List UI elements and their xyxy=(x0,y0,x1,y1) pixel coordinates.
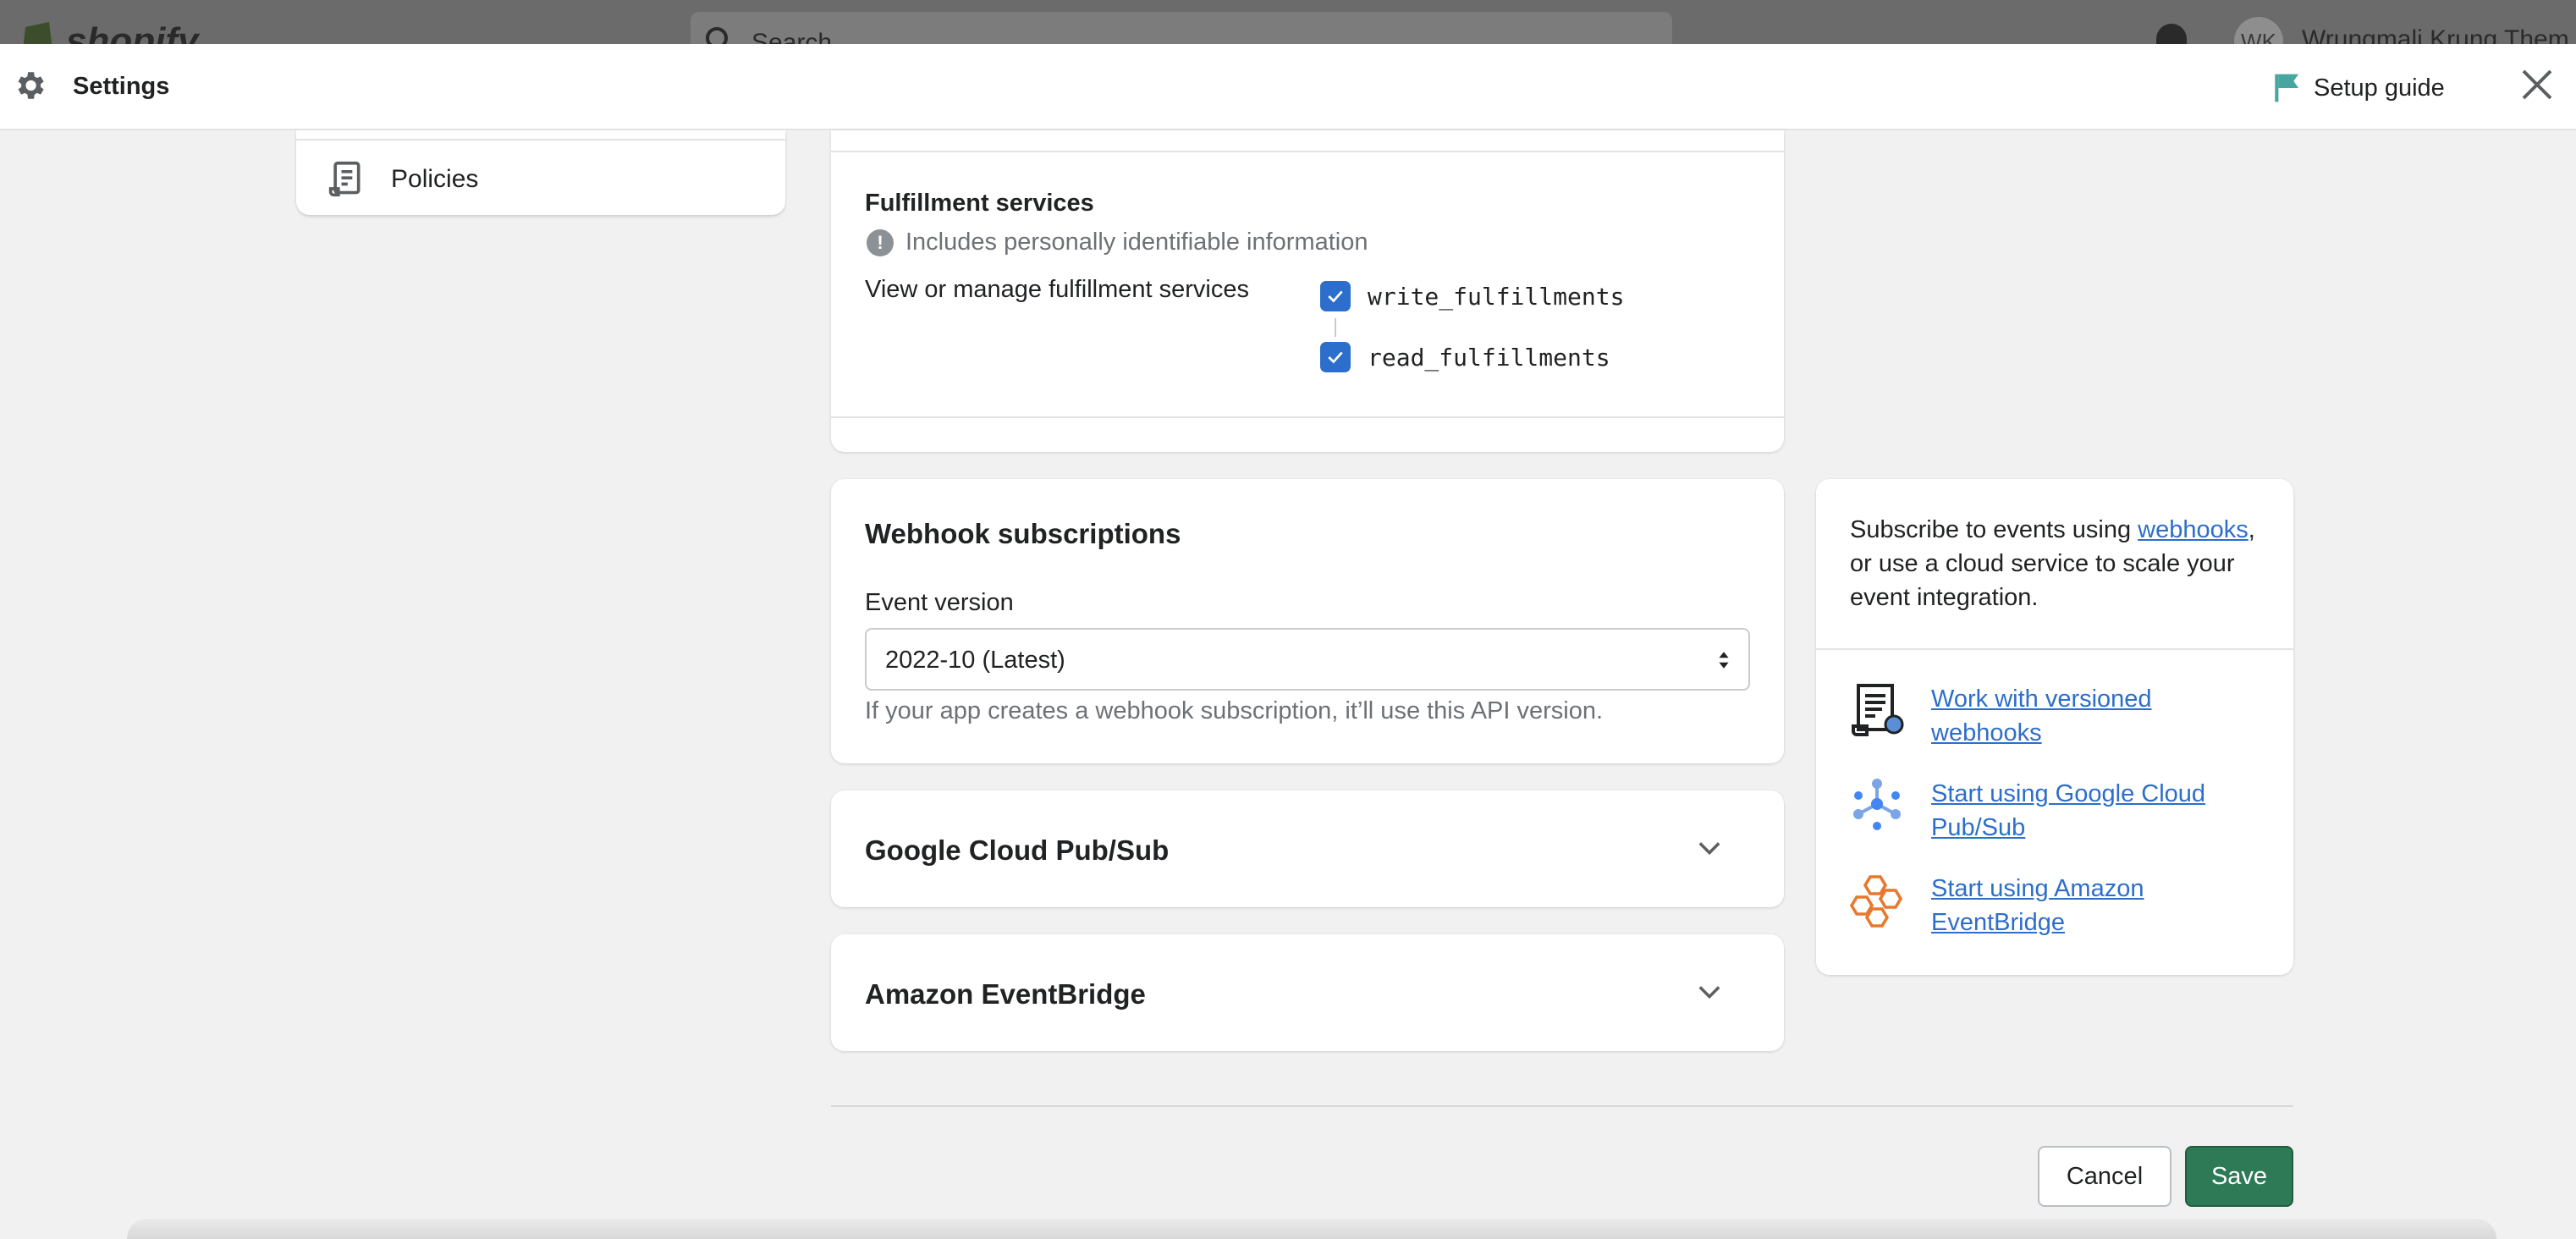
user-name[interactable]: Wrungmali Krung Them xyxy=(2302,25,2569,44)
event-version-help: If your app creates a webhook subscripti… xyxy=(865,697,1604,724)
amazon-eventbridge-title: Amazon EventBridge xyxy=(865,978,1146,1010)
settings-sidebar: Policies xyxy=(296,130,785,215)
event-version-label: Event version xyxy=(865,589,1014,616)
fulfillment-services-section: Fulfillment services ! Includes personal… xyxy=(831,130,1784,452)
google-cloud-pubsub-link[interactable]: Start using Google Cloud Pub/Sub xyxy=(1931,777,2253,845)
webhook-subscriptions-card: Webhook subscriptions Event version 2022… xyxy=(831,479,1784,763)
gear-icon xyxy=(18,72,44,99)
search-bar[interactable]: Search xyxy=(691,12,1672,44)
info-icon: ! xyxy=(867,229,894,256)
scope-name: write_fulfillments xyxy=(1368,282,1625,311)
info-intro: Subscribe to events using webhooks, or u… xyxy=(1850,513,2273,614)
pii-notice: ! Includes personally identifiable infor… xyxy=(867,229,1368,256)
scope-write-fulfillments[interactable]: write_fulfillments xyxy=(1320,281,1624,311)
amazon-eventbridge-card[interactable]: Amazon EventBridge xyxy=(831,934,1784,1051)
checkbox-checked[interactable] xyxy=(1320,342,1351,372)
info-intro-before: Subscribe to events using xyxy=(1850,516,2138,543)
resource-versioned-webhooks: Work with versioned webhooks xyxy=(1850,682,2253,750)
footer-divider xyxy=(831,1105,2293,1107)
chevron-down-icon[interactable] xyxy=(1698,840,1721,856)
sidebar-item-policies[interactable]: Policies xyxy=(328,161,478,198)
search-icon xyxy=(706,27,728,44)
fulfillment-description: View or manage fulfillment services xyxy=(865,276,1249,303)
event-version-select[interactable]: 2022-10 (Latest) xyxy=(865,628,1750,691)
sidebar-divider xyxy=(296,139,785,140)
search-placeholder: Search xyxy=(751,29,833,44)
chevron-down-icon[interactable] xyxy=(1698,983,1721,1000)
scope-connector xyxy=(1335,318,1336,337)
shopify-logo-text: shopify xyxy=(66,20,199,44)
google-cloud-pubsub-icon xyxy=(1853,779,1901,830)
amazon-eventbridge-link[interactable]: Start using Amazon EventBridge xyxy=(1931,872,2253,939)
modal-bottom-edge xyxy=(127,1219,2496,1239)
google-cloud-pubsub-card[interactable]: Google Cloud Pub/Sub xyxy=(831,790,1784,907)
scope-name: read_fulfillments xyxy=(1368,343,1610,372)
fulfillment-title: Fulfillment services xyxy=(865,190,1094,217)
sidebar-item-label: Policies xyxy=(391,165,479,193)
event-version-value: 2022-10 (Latest) xyxy=(885,647,1065,674)
close-icon[interactable] xyxy=(2520,68,2554,102)
versioned-webhooks-icon xyxy=(1852,684,1904,736)
notification-bell-icon[interactable] xyxy=(2156,24,2187,44)
policies-icon xyxy=(328,161,361,197)
settings-header: Settings Setup guide xyxy=(0,44,2576,130)
checkmark-icon xyxy=(1328,351,1343,364)
page-title: Settings xyxy=(73,73,170,100)
versioned-webhooks-link[interactable]: Work with versioned webhooks xyxy=(1931,682,2253,750)
select-arrows-icon xyxy=(1719,652,1729,669)
webhooks-info-card: Subscribe to events using webhooks, or u… xyxy=(1816,479,2293,975)
resource-google-cloud: Start using Google Cloud Pub/Sub xyxy=(1850,777,2253,845)
save-button[interactable]: Save xyxy=(2185,1146,2293,1207)
section-divider xyxy=(831,151,1784,152)
amazon-eventbridge-icon xyxy=(1850,875,1903,928)
checkmark-icon xyxy=(1328,290,1343,303)
avatar[interactable]: WK xyxy=(2234,17,2283,44)
webhooks-link[interactable]: webhooks xyxy=(2138,516,2248,543)
setup-guide-button[interactable]: Setup guide xyxy=(2273,69,2445,107)
cancel-button[interactable]: Cancel xyxy=(2038,1146,2171,1207)
info-divider xyxy=(1816,648,2293,650)
checkbox-checked[interactable] xyxy=(1320,281,1351,311)
webhook-title: Webhook subscriptions xyxy=(865,518,1181,549)
section-divider xyxy=(831,416,1784,418)
flag-icon xyxy=(2275,74,2299,102)
scope-read-fulfillments[interactable]: read_fulfillments xyxy=(1320,342,1610,372)
shopify-logo-icon xyxy=(23,22,52,44)
pii-notice-text: Includes personally identifiable informa… xyxy=(905,229,1368,256)
shopify-topbar: shopify Search WK Wrungmali Krung Them xyxy=(0,0,2576,44)
setup-guide-label: Setup guide xyxy=(2314,74,2445,102)
resource-amazon-eventbridge: Start using Amazon EventBridge xyxy=(1850,872,2253,939)
google-cloud-pubsub-title: Google Cloud Pub/Sub xyxy=(865,834,1170,866)
